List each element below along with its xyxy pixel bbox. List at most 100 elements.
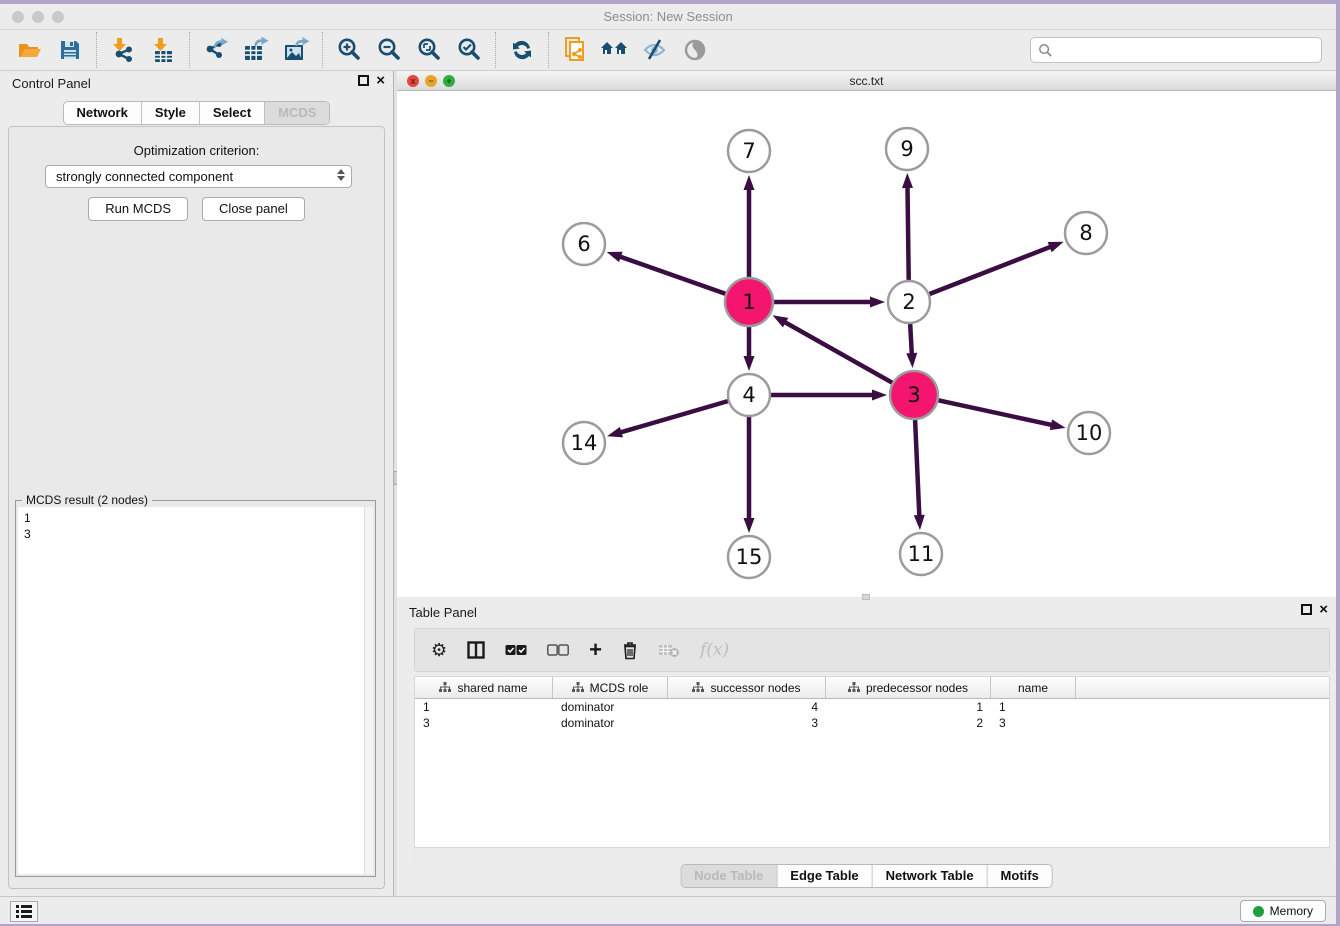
title-bar: Session: New Session	[0, 4, 1336, 30]
refresh-button[interactable]	[502, 33, 542, 67]
memory-label: Memory	[1270, 904, 1313, 918]
first-neighbors-button[interactable]	[595, 33, 635, 67]
close-panel-icon[interactable]: ×	[1319, 604, 1328, 615]
select-stepper-icon	[337, 169, 345, 181]
tab-mcds[interactable]: MCDS	[265, 102, 329, 124]
table-cell[interactable]: 3	[668, 715, 826, 731]
table-cell[interactable]: 3	[991, 715, 1076, 731]
zoom-fit-button[interactable]	[409, 33, 449, 67]
show-all-button[interactable]	[675, 33, 715, 67]
export-network-icon	[203, 37, 230, 63]
table-tabs: Node TableEdge TableNetwork TableMotifs	[680, 864, 1053, 888]
function-builder-button[interactable]: f(x)	[700, 640, 729, 660]
table-cell[interactable]: dominator	[553, 715, 668, 731]
status-bar: Memory	[0, 896, 1336, 924]
network-canvas[interactable]: 7968124314101511	[397, 91, 1336, 597]
column-header-predecessor-nodes[interactable]: predecessor nodes	[826, 677, 991, 698]
graph-edge[interactable]	[620, 401, 728, 433]
control-panel-tabs: NetworkStyleSelectMCDS	[63, 101, 331, 125]
zoom-selected-icon	[456, 37, 482, 63]
import-network-button[interactable]	[103, 33, 143, 67]
graph-edge[interactable]	[907, 186, 908, 280]
float-panel-icon[interactable]	[358, 75, 369, 86]
edge-arrow-icon	[773, 315, 789, 327]
tab-motifs[interactable]: Motifs	[988, 865, 1052, 887]
tab-edge-table[interactable]: Edge Table	[777, 865, 872, 887]
graph-node-label: 15	[736, 545, 763, 569]
mcds-result-title: MCDS result (2 nodes)	[22, 493, 152, 507]
tab-network[interactable]: Network	[64, 102, 142, 124]
close-panel-icon[interactable]: ×	[376, 75, 385, 86]
column-header-name[interactable]: name	[991, 677, 1076, 698]
graph-node-label: 11	[908, 542, 935, 566]
column-header-MCDS-role[interactable]: MCDS role	[553, 677, 668, 698]
optimization-criterion-label: Optimization criterion:	[9, 143, 384, 158]
graph-edge[interactable]	[938, 400, 1052, 425]
edge-arrow-icon	[607, 252, 623, 262]
graph-node-label: 6	[577, 232, 590, 256]
save-session-button[interactable]	[50, 33, 90, 67]
select-all-button[interactable]	[505, 644, 527, 656]
mcds-result-textarea[interactable]: 1 3	[18, 507, 373, 874]
table-row[interactable]: 1dominator411	[415, 699, 1329, 715]
zoom-selected-button[interactable]	[449, 33, 489, 67]
table-row[interactable]: 3dominator323	[415, 715, 1329, 731]
tab-network-table[interactable]: Network Table	[873, 865, 988, 887]
graph-node-label: 9	[900, 137, 913, 161]
graph-edge[interactable]	[784, 322, 892, 383]
export-image-button[interactable]	[276, 33, 316, 67]
open-folder-icon	[17, 38, 43, 62]
zoom-out-button[interactable]	[369, 33, 409, 67]
column-label: name	[1018, 681, 1048, 695]
table-cell[interactable]: 1	[826, 699, 991, 715]
table-cell[interactable]: 2	[826, 715, 991, 731]
delete-row-button[interactable]	[622, 641, 638, 660]
table-cell[interactable]: 4	[668, 699, 826, 715]
search-box[interactable]	[1030, 37, 1322, 63]
node-table[interactable]: shared nameMCDS rolesuccessor nodesprede…	[414, 676, 1330, 848]
tab-select[interactable]: Select	[200, 102, 265, 124]
memory-button[interactable]: Memory	[1240, 900, 1326, 922]
delete-table-button[interactable]	[658, 642, 680, 658]
table-cell[interactable]: dominator	[553, 699, 668, 715]
graph-edge[interactable]	[929, 246, 1051, 294]
export-table-button[interactable]	[236, 33, 276, 67]
graph-node-label: 10	[1076, 421, 1103, 445]
zoom-in-button[interactable]	[329, 33, 369, 67]
table-cell[interactable]: 3	[415, 715, 553, 731]
gear-icon: ⚙	[431, 640, 447, 661]
graph-edge[interactable]	[910, 324, 912, 355]
column-manager-button[interactable]	[467, 641, 485, 659]
result-scrollbar[interactable]	[364, 507, 373, 874]
graph-edge[interactable]	[915, 420, 919, 517]
criterion-select[interactable]: strongly connected component	[45, 165, 352, 188]
zoom-in-icon	[336, 37, 362, 63]
network-graph[interactable]: 7968124314101511	[397, 91, 1336, 597]
task-history-button[interactable]	[10, 901, 38, 922]
close-panel-button[interactable]: Close panel	[202, 197, 305, 221]
table-cell[interactable]: 1	[991, 699, 1076, 715]
import-table-button[interactable]	[143, 33, 183, 67]
hierarchy-icon	[848, 682, 860, 693]
tab-style[interactable]: Style	[142, 102, 200, 124]
column-header-shared-name[interactable]: shared name	[415, 677, 553, 698]
tab-node-table[interactable]: Node Table	[681, 865, 777, 887]
columns-icon	[467, 641, 485, 659]
clone-network-button[interactable]	[555, 33, 595, 67]
import-network-icon	[110, 37, 136, 63]
table-cell[interactable]: 1	[415, 699, 553, 715]
control-panel-header: Control Panel ×	[0, 71, 393, 97]
table-settings-button[interactable]: ⚙	[431, 640, 447, 661]
column-header-successor-nodes[interactable]: successor nodes	[668, 677, 826, 698]
hierarchy-icon	[439, 682, 451, 693]
open-file-button[interactable]	[10, 33, 50, 67]
deselect-all-button[interactable]	[547, 644, 569, 656]
search-input[interactable]	[1058, 40, 1321, 60]
control-panel-title: Control Panel	[12, 76, 91, 91]
graph-edge[interactable]	[619, 256, 726, 293]
hide-selected-button[interactable]	[635, 33, 675, 67]
run-mcds-button[interactable]: Run MCDS	[88, 197, 188, 221]
float-panel-icon[interactable]	[1301, 604, 1312, 615]
add-row-button[interactable]: +	[589, 641, 602, 659]
export-network-button[interactable]	[196, 33, 236, 67]
